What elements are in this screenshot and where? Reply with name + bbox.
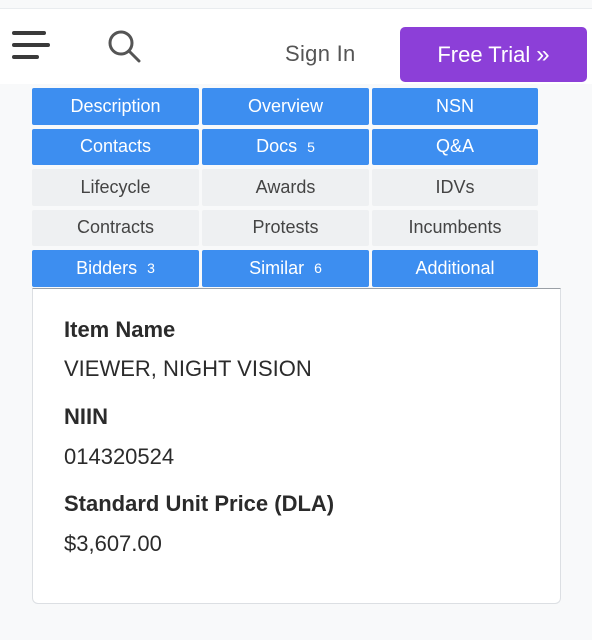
tab-label: Contracts <box>76 217 155 238</box>
tab-description[interactable]: Description <box>32 88 199 125</box>
tab-label: Additional <box>415 257 495 278</box>
tab-label: Lifecycle <box>80 176 151 197</box>
tab-incumbents[interactable]: Incumbents <box>372 209 538 246</box>
tab-protests[interactable]: Protests <box>202 209 369 246</box>
menu-bar-middle <box>12 43 50 47</box>
tab-nsn[interactable]: NSN <box>372 88 538 125</box>
niin-label: NIIN <box>64 404 108 429</box>
niin-value: 014320524 <box>64 444 175 469</box>
hamburger-menu-icon[interactable] <box>12 28 50 64</box>
free-trial-label: Free Trial <box>437 41 531 67</box>
tab-label: Docs <box>256 136 298 157</box>
tab-label: Description <box>70 95 161 116</box>
search-icon[interactable] <box>106 28 142 64</box>
menu-bar-top <box>12 31 46 35</box>
description-card: Item Name VIEWER, NIGHT VISION NIIN 0143… <box>32 288 561 604</box>
detail-tabs: Description Overview NSN Contacts Docs 5… <box>32 88 540 287</box>
tab-label: Q&A <box>435 136 474 157</box>
tab-label: Overview <box>247 95 323 116</box>
tab-label: Protests <box>252 217 319 238</box>
menu-bar-bottom <box>12 55 39 59</box>
tab-overview[interactable]: Overview <box>202 88 369 125</box>
tab-label: Awards <box>255 176 316 197</box>
tab-contracts[interactable]: Contracts <box>32 209 199 246</box>
top-navbar: Sign In Free Trial » <box>0 8 592 84</box>
tab-label: IDVs <box>435 176 475 197</box>
free-trial-button[interactable]: Free Trial » <box>400 27 587 82</box>
tab-count-badge: 3 <box>147 260 155 277</box>
double-chevron-right-icon: » <box>536 40 550 68</box>
unit-price-label: Standard Unit Price (DLA) <box>64 491 335 516</box>
tab-awards[interactable]: Awards <box>202 169 369 206</box>
tab-label: Bidders <box>76 257 138 278</box>
tab-label: Incumbents <box>408 217 502 238</box>
tab-bidders[interactable]: Bidders 3 <box>32 250 199 287</box>
tab-label: Similar <box>249 257 305 278</box>
tab-count-badge: 6 <box>314 260 322 277</box>
tab-label: Contacts <box>79 136 152 157</box>
unit-price-value: $3,607.00 <box>64 531 162 556</box>
tab-contacts[interactable]: Contacts <box>32 128 199 165</box>
tab-count-badge: 5 <box>307 138 315 155</box>
tab-similar[interactable]: Similar 6 <box>202 250 369 287</box>
tab-lifecycle[interactable]: Lifecycle <box>32 169 199 206</box>
tab-qa[interactable]: Q&A <box>372 128 538 165</box>
item-name-value: VIEWER, NIGHT VISION <box>64 356 312 381</box>
item-name-label: Item Name <box>64 317 176 342</box>
sign-in-link[interactable]: Sign In <box>285 41 356 67</box>
tab-label: NSN <box>435 95 474 116</box>
tab-additional[interactable]: Additional <box>372 250 538 287</box>
tab-docs[interactable]: Docs 5 <box>202 128 369 165</box>
tab-idvs[interactable]: IDVs <box>372 169 538 206</box>
